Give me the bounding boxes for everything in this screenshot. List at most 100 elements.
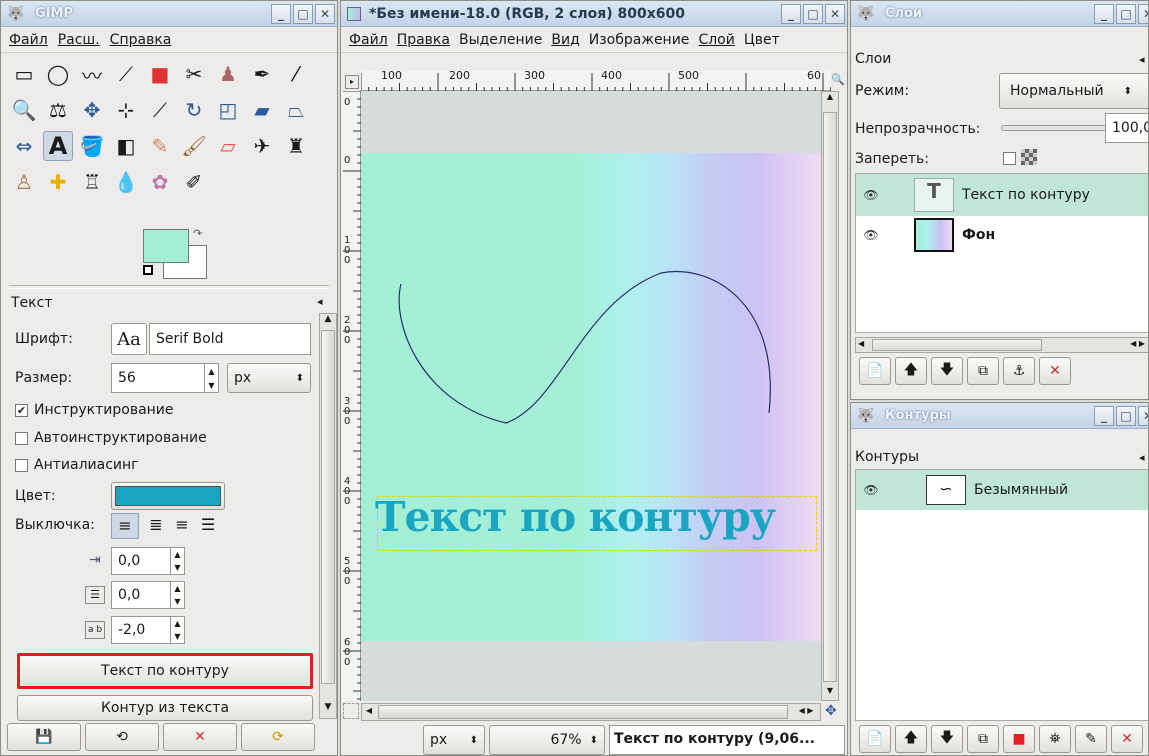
stroke-path-icon[interactable]: ✎	[1075, 725, 1107, 753]
new-path-icon[interactable]: 📄	[859, 725, 891, 753]
scroll-left-arrow[interactable]: ◀	[858, 339, 864, 348]
quick-mask-icon[interactable]	[343, 703, 359, 719]
unit-select[interactable]: px ⬍	[423, 725, 485, 755]
airbrush-icon[interactable]: ✈	[247, 131, 277, 161]
close-button[interactable]: ✕	[1138, 4, 1148, 24]
new-layer-icon[interactable]: 📄	[859, 357, 891, 385]
size-unit-select[interactable]: px ⬍	[227, 363, 311, 393]
delete-layer-icon[interactable]: ✕	[1039, 357, 1071, 385]
menu-extensions[interactable]: Расш.	[58, 32, 100, 48]
eye-icon[interactable]: 👁	[856, 483, 886, 497]
paths-titlebar[interactable]: 🐺 Контуры _ □ ✕	[851, 403, 1148, 429]
raise-layer-icon[interactable]: 🡅	[895, 357, 927, 385]
dodge-burn-icon[interactable]: ✿	[145, 167, 175, 197]
bucket-fill-icon[interactable]: 🪣	[77, 131, 107, 161]
ellipse-select-icon[interactable]: ◯	[43, 59, 73, 89]
anchor-layer-icon[interactable]: ⚓	[1003, 357, 1035, 385]
menu-layer[interactable]: Слой	[698, 32, 734, 48]
scroll-up-arrow[interactable]: ▲	[822, 92, 838, 106]
autohint-checkbox[interactable]: Автоинструктирование	[15, 430, 207, 446]
minimize-button[interactable]: _	[781, 4, 801, 24]
rect-select-icon[interactable]: ▭	[9, 59, 39, 89]
maximize-button[interactable]: □	[1116, 406, 1136, 426]
align-icon[interactable]: ⊹	[111, 95, 141, 125]
scroll-thumb[interactable]	[378, 705, 788, 719]
options-scrollbar[interactable]: ▲ ▼	[319, 313, 337, 719]
scroll-up-arrow[interactable]: ▲	[320, 314, 336, 330]
blend-icon[interactable]: ◧	[111, 131, 141, 161]
foreground-select-icon[interactable]: ♟	[213, 59, 243, 89]
menu-file[interactable]: Файл	[349, 32, 388, 48]
mode-select[interactable]: Нормальный ⬍	[999, 73, 1148, 109]
separator[interactable]	[9, 285, 329, 289]
scroll-left-arrow[interactable]: ◀	[362, 706, 376, 715]
crop-icon[interactable]: ⟋	[145, 95, 175, 125]
image-titlebar[interactable]: *Без имени-18.0 (RGB, 2 слоя) 800x600 _ …	[341, 1, 847, 27]
canvas-horizontal-scrollbar[interactable]: ◀ ◀ ▶	[361, 703, 821, 721]
shear-icon[interactable]: ▰	[247, 95, 277, 125]
lower-path-icon[interactable]: 🡇	[931, 725, 963, 753]
vertical-ruler[interactable]: 0 0 100 200 300 400 500 600	[341, 91, 361, 701]
paintbrush-icon[interactable]: 🖌	[179, 131, 209, 161]
pencil-icon[interactable]: ✎	[145, 131, 175, 161]
layers-titlebar[interactable]: 🐺 Слои _ □ ✕	[851, 1, 1148, 27]
swap-colors-icon[interactable]: ↷	[193, 227, 202, 240]
maximize-button[interactable]: □	[293, 4, 313, 24]
horizontal-ruler[interactable]: 100 200 300 400 500 60	[361, 69, 831, 91]
justify-left-icon[interactable]: ≡	[111, 513, 139, 539]
layer-row-background[interactable]: 👁 Фон	[856, 214, 1148, 256]
scroll-thumb[interactable]	[823, 112, 837, 682]
scroll-thumb[interactable]	[872, 339, 1042, 351]
save-options-icon[interactable]: 💾	[7, 723, 81, 751]
rotate-icon[interactable]: ↻	[179, 95, 209, 125]
eraser-icon[interactable]: ▱	[213, 131, 243, 161]
image-canvas[interactable]: Текст по контуру	[361, 153, 821, 641]
layer-row-text[interactable]: 👁 T Текст по контуру	[856, 174, 1148, 216]
scale-icon[interactable]: ◰	[213, 95, 243, 125]
path-curve[interactable]	[361, 153, 821, 641]
navigate-icon[interactable]: ✥	[825, 703, 837, 719]
ruler-menu-icon[interactable]: ▸	[345, 75, 359, 89]
duplicate-path-icon[interactable]: ⧉	[967, 725, 999, 753]
toolbox-titlebar[interactable]: 🐺 GIMP _ □ ✕	[1, 1, 337, 27]
canvas-vertical-scrollbar[interactable]: ▲ ▼	[821, 91, 839, 701]
duplicate-layer-icon[interactable]: ⧉	[967, 357, 999, 385]
menu-view[interactable]: Вид	[551, 32, 579, 48]
delete-path-icon[interactable]: ✕	[1111, 725, 1143, 753]
close-button[interactable]: ✕	[1138, 406, 1148, 426]
font-preview-button[interactable]: Aa	[111, 323, 147, 355]
color-picker-icon[interactable]: ⁄	[281, 59, 311, 89]
eye-icon[interactable]: 👁	[856, 228, 886, 242]
menu-help[interactable]: Справка	[110, 32, 172, 48]
canvas-viewport[interactable]: Текст по контуру	[361, 91, 821, 701]
move-icon[interactable]: ✥	[77, 95, 107, 125]
options-menu-icon[interactable]: ◂	[317, 295, 323, 308]
hinting-checkbox[interactable]: ✔ Инструктирование	[15, 402, 174, 418]
antialias-checkbox[interactable]: Антиалиасинг	[15, 457, 139, 473]
perspective-icon[interactable]: ⏢	[281, 95, 311, 125]
text-along-path-button[interactable]: Текст по контуру	[17, 653, 313, 689]
indent-input[interactable]: 0,0 ▲ ▼	[111, 547, 185, 575]
path-row[interactable]: 👁 ∽ Безымянный	[856, 470, 1148, 510]
reset-options-icon[interactable]: ⟳	[241, 723, 315, 751]
restore-options-icon[interactable]: ⟲	[85, 723, 159, 751]
heal-icon[interactable]: ✚	[43, 167, 73, 197]
lock-alpha-checkbox[interactable]	[1003, 152, 1016, 165]
menu-image[interactable]: Изображение	[589, 32, 690, 48]
layers-horizontal-scrollbar[interactable]: ◀ ◀ ▶	[855, 337, 1148, 353]
letter-spacing-input[interactable]: -2,0 ▲ ▼	[111, 616, 185, 644]
paths-icon[interactable]: ✒	[247, 59, 277, 89]
justify-right-icon[interactable]: ≣	[143, 513, 169, 539]
convolve-icon[interactable]: ✐	[179, 167, 209, 197]
close-button[interactable]: ✕	[825, 4, 845, 24]
size-input[interactable]: 56 ▲ ▼	[111, 363, 219, 393]
lower-layer-icon[interactable]: 🡇	[931, 357, 963, 385]
minimize-button[interactable]: _	[271, 4, 291, 24]
scroll-down-arrow[interactable]: ▼	[822, 686, 838, 700]
smudge-icon[interactable]: 💧	[111, 167, 141, 197]
zoom-icon[interactable]: 🔍	[9, 95, 39, 125]
free-select-icon[interactable]: 〰	[77, 59, 107, 89]
font-input[interactable]: Serif Bold	[149, 323, 311, 355]
eye-icon[interactable]: 👁	[856, 188, 886, 202]
measure-icon[interactable]: ⚖	[43, 95, 73, 125]
